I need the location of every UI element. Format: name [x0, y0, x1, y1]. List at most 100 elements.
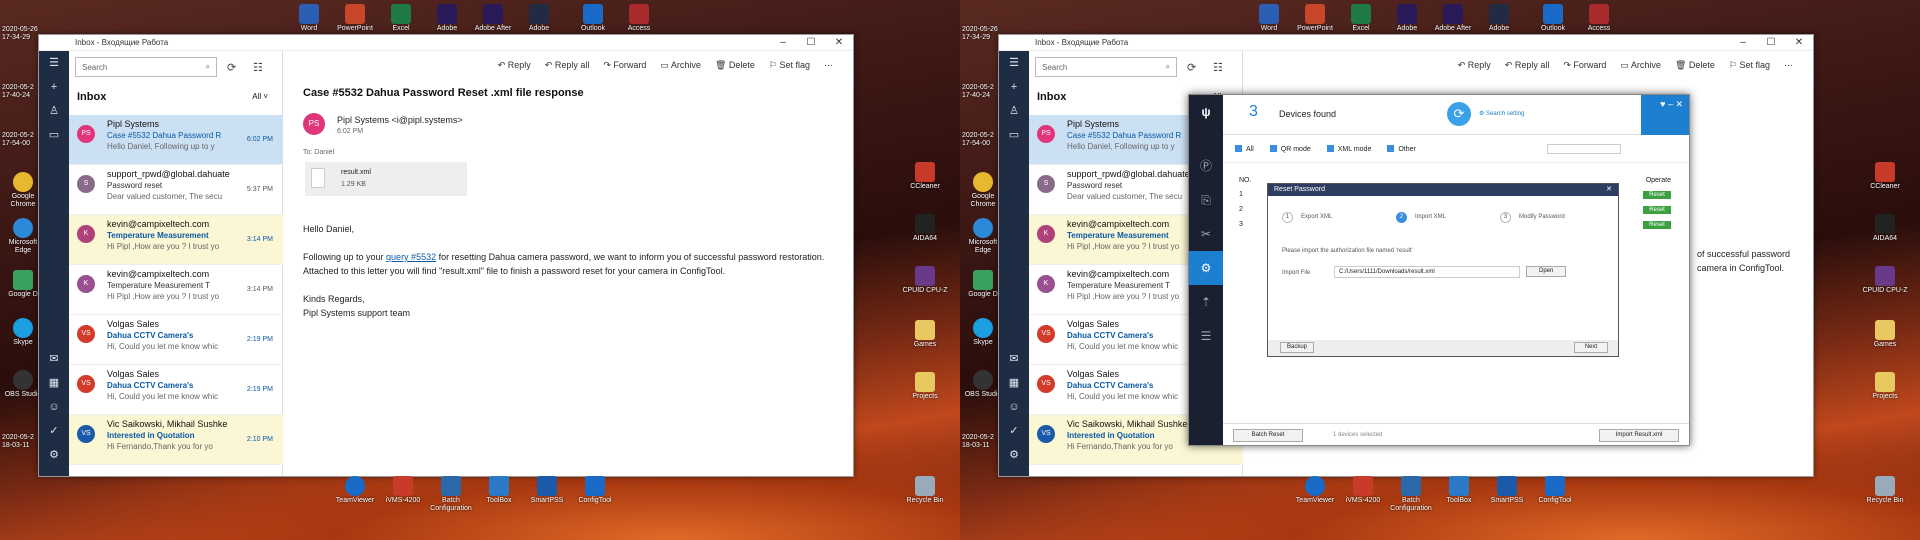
sender-address[interactable]: Pipl Systems <i@pipl.systems> [337, 115, 463, 125]
screenshot-file-4[interactable]: 2020-05-2 18-03-11 [2, 434, 34, 450]
filter-all[interactable]: All [1235, 144, 1254, 153]
password-reset-icon[interactable]: ⚙ [1189, 251, 1223, 285]
mail-icon[interactable]: ✉ [39, 347, 69, 371]
filter-dropdown[interactable]: All ˅ [252, 92, 268, 101]
word-shortcut[interactable]: Word [286, 4, 332, 33]
close-button[interactable]: ✕ [825, 37, 853, 48]
next-button[interactable]: Next [1574, 342, 1608, 353]
archive-button[interactable]: ▭ Archive [1620, 60, 1661, 71]
access-shortcut[interactable]: Access [1576, 4, 1622, 33]
screenshot-file-4[interactable]: 2020-05-2 18-03-11 [962, 434, 994, 450]
query-link[interactable]: query #5532 [386, 252, 436, 262]
import-result-button[interactable]: Import Result.xml [1599, 429, 1679, 442]
list-item[interactable]: PS Pipl Systems Case #5532 Dahua Passwor… [69, 115, 283, 165]
smartpss-shortcut[interactable]: SmartPSS [524, 476, 570, 505]
search-input[interactable]: Search ⌕ [1035, 57, 1177, 77]
forward-button[interactable]: ↷ Forward [1563, 60, 1606, 71]
word-shortcut[interactable]: Word [1246, 4, 1292, 33]
screenshot-file-1[interactable]: 2020-05-26 17-34-29 [962, 26, 998, 42]
more-button[interactable]: ··· [824, 60, 833, 70]
projects-folder[interactable]: Projects [902, 372, 948, 401]
archive-button[interactable]: ▭ Archive [660, 60, 701, 71]
set-flag-button[interactable]: ⚐ Set flag [1729, 60, 1770, 71]
folder-icon[interactable]: ▭ [39, 123, 69, 147]
after-effects-shortcut[interactable]: Adobe After [470, 4, 516, 33]
filter-icon[interactable]: ☷ [253, 61, 263, 74]
new-mail-icon[interactable]: + [999, 75, 1029, 99]
import-file-input[interactable]: C:/Users/1111/Downloads/result.xml [1334, 266, 1520, 278]
list-item[interactable]: K kevin@campixeltech.com Temperature Mea… [69, 215, 283, 265]
reply-button[interactable]: ↶ Reply [498, 60, 531, 71]
reset-button-1[interactable]: Reset [1643, 191, 1671, 199]
open-button[interactable]: Open [1526, 266, 1566, 277]
maximize-button[interactable]: ☐ [1757, 37, 1785, 48]
tools-icon[interactable]: ✂ [1189, 217, 1223, 251]
excel-shortcut[interactable]: Excel [1338, 4, 1384, 33]
toolbox-shortcut[interactable]: ToolBox [1436, 476, 1482, 505]
list-item[interactable]: K kevin@campixeltech.com Temperature Mea… [69, 265, 283, 315]
calendar-icon[interactable]: ▦ [39, 371, 69, 395]
more-button[interactable]: ··· [1784, 60, 1793, 70]
adobe-premiere-shortcut[interactable]: Adobe [424, 4, 470, 33]
adobe-premiere-shortcut[interactable]: Adobe [1384, 4, 1430, 33]
sync-icon[interactable]: ⟳ [1187, 61, 1196, 74]
account-icon[interactable]: ♙ [39, 99, 69, 123]
new-mail-icon[interactable]: + [39, 75, 69, 99]
after-effects-shortcut[interactable]: Adobe After [1430, 4, 1476, 33]
excel-shortcut[interactable]: Excel [378, 4, 424, 33]
device-search-input[interactable] [1547, 144, 1621, 154]
upgrade-icon[interactable]: ⎘ [1189, 183, 1223, 217]
search-icon[interactable]: ⌕ [1166, 62, 1170, 72]
games-folder[interactable]: Games [902, 320, 948, 349]
filter-icon[interactable]: ☷ [1213, 61, 1223, 74]
filter-other[interactable]: Other [1387, 144, 1416, 153]
sync-icon[interactable]: ⟳ [227, 61, 236, 74]
folder-icon[interactable]: ▭ [999, 123, 1029, 147]
filter-qr[interactable]: QR mode [1269, 144, 1311, 153]
delete-button[interactable]: 🗑 Delete [1675, 60, 1715, 71]
backup-button[interactable]: Backup [1280, 342, 1314, 353]
minimize-button[interactable]: – [769, 37, 797, 48]
screenshot-file-2[interactable]: 2020-05-2 17-40-24 [2, 84, 34, 100]
outlook-shortcut[interactable]: Outlook [1530, 4, 1576, 33]
list-item[interactable]: VS Vic Saikowski, Mikhail Sushke Interes… [69, 415, 283, 465]
teamviewer-shortcut[interactable]: TeamViewer [1292, 476, 1338, 505]
window-controls[interactable]: ♥ – ✕ [1641, 95, 1689, 135]
ccleaner-shortcut[interactable]: CCleaner [902, 162, 948, 191]
reply-button[interactable]: ↶ Reply [1458, 60, 1491, 71]
configtool-shortcut[interactable]: ConfigTool [572, 476, 618, 505]
ccleaner-shortcut[interactable]: CCleaner [1862, 162, 1908, 191]
outlook-shortcut[interactable]: Outlook [570, 4, 616, 33]
settings-icon[interactable]: ⚙ [39, 443, 69, 467]
system-icon[interactable]: ⇡ [1189, 285, 1223, 319]
mail-icon[interactable]: ✉ [999, 347, 1029, 371]
search-setting-link[interactable]: ⚙ Search setting [1479, 110, 1524, 117]
list-item[interactable]: VS Volgas Sales Dahua CCTV Camera's 2:19… [69, 315, 283, 365]
people-icon[interactable]: ☺ [999, 395, 1029, 419]
close-button[interactable]: ✕ [1785, 37, 1813, 48]
forward-button[interactable]: ↷ Forward [603, 60, 646, 71]
aida64-shortcut[interactable]: AIDA64 [1862, 214, 1908, 243]
ivms-shortcut[interactable]: iVMS-4200 [1340, 476, 1386, 505]
list-item[interactable]: VS Volgas Sales Dahua CCTV Camera's 2:19… [69, 365, 283, 415]
cpuz-shortcut[interactable]: CPUID CPU-Z [902, 266, 948, 295]
ip-icon[interactable]: Ⓟ [1189, 149, 1223, 183]
access-shortcut[interactable]: Access [616, 4, 662, 33]
configtool-shortcut[interactable]: ConfigTool [1532, 476, 1578, 505]
people-icon[interactable]: ☺ [39, 395, 69, 419]
batch-config-shortcut[interactable]: Batch Configuration [1388, 476, 1434, 513]
hamburger-icon[interactable]: ☰ [999, 51, 1029, 75]
maximize-button[interactable]: ☐ [797, 37, 825, 48]
list-item[interactable]: S support_rpwd@global.dahuate Password r… [69, 165, 283, 215]
settings-icon[interactable]: ⚙ [999, 443, 1029, 467]
dialog-close-icon[interactable]: ✕ [1606, 184, 1612, 196]
set-flag-button[interactable]: ⚐ Set flag [769, 60, 810, 71]
cpuz-shortcut[interactable]: CPUID CPU-Z [1862, 266, 1908, 295]
batch-config-shortcut[interactable]: Batch Configuration [428, 476, 474, 513]
toolbox-shortcut[interactable]: ToolBox [476, 476, 522, 505]
reset-button-2[interactable]: Reset [1643, 206, 1671, 214]
adobe-shortcut[interactable]: Adobe [516, 4, 562, 33]
screenshot-file-3[interactable]: 2020-05-2 17-54-00 [962, 132, 994, 148]
attachment[interactable]: result.xml 1.29 KB [305, 162, 467, 196]
log-icon[interactable]: ☰ [1189, 319, 1223, 353]
